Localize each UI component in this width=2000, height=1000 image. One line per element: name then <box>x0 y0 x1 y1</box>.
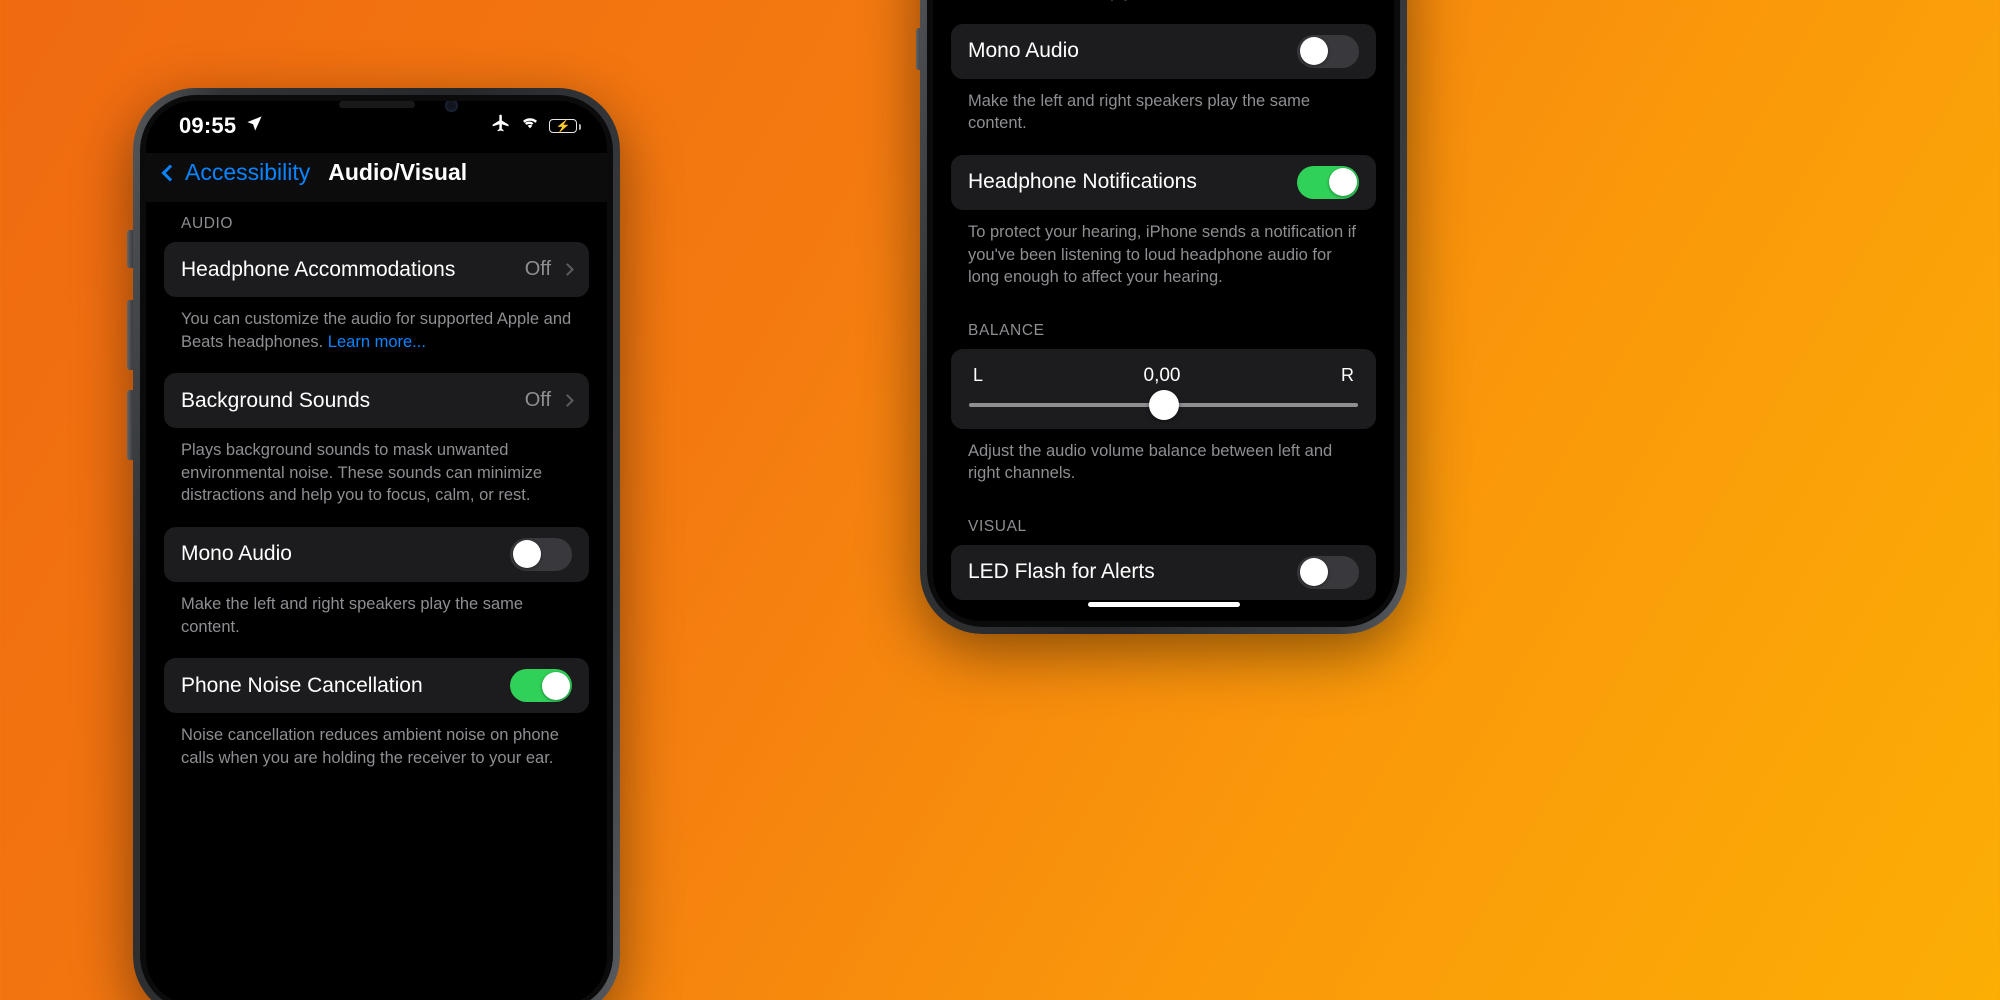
footnote-headphone-notifications: To protect your hearing, iPhone sends a … <box>968 222 1356 287</box>
balance-value-label: 0,00 <box>1143 364 1181 386</box>
left-phone-device: 09:55 ⚡ Accessibility Audio/Visual AUDIO… <box>133 88 620 1000</box>
row-led-flash-for-alerts[interactable]: LED Flash for Alerts <box>951 544 1376 600</box>
phone-noise-cancellation-toggle[interactable] <box>510 669 572 703</box>
status-time: 09:55 <box>179 113 237 138</box>
row-mono-audio[interactable]: Mono Audio <box>164 526 589 582</box>
footnote-background-sounds: Plays background sounds to mask unwanted… <box>951 0 1376 24</box>
mono-audio-toggle[interactable] <box>1297 34 1359 68</box>
row-headphone-notifications[interactable]: Headphone Notifications <box>951 154 1376 210</box>
status-icons: ⚡ <box>491 113 581 138</box>
row-value: Off <box>524 258 551 280</box>
chevron-right-icon <box>561 263 574 276</box>
balance-slider-track[interactable] <box>969 389 1358 420</box>
footnote-background-sounds: Plays background sounds to mask unwanted… <box>181 441 543 505</box>
row-label: Headphone Notifications <box>968 170 1197 194</box>
left-nav-bar: Accessibility Audio/Visual <box>146 153 607 202</box>
row-label: Phone Noise Cancellation <box>181 673 423 697</box>
left-status-bar: 09:55 ⚡ <box>146 101 607 153</box>
toggle-knob <box>1299 37 1328 66</box>
home-indicator[interactable] <box>1087 602 1240 607</box>
headphone-notifications-toggle[interactable] <box>1297 165 1359 199</box>
row-mono-audio[interactable]: Mono Audio <box>951 23 1376 79</box>
row-label: Mono Audio <box>968 39 1079 63</box>
left-settings-list: AUDIO Headphone Accommodations Off You c… <box>146 202 607 790</box>
wifi-icon <box>520 115 540 136</box>
right-phone-device: Plays background sounds to mask unwanted… <box>920 0 1407 634</box>
row-label: Background Sounds <box>181 388 371 412</box>
row-label: LED Flash for Alerts <box>968 560 1155 584</box>
section-header-balance: BALANCE <box>968 321 1045 339</box>
row-label: Headphone Accommodations <box>181 257 456 281</box>
front-camera-icon <box>444 101 458 112</box>
row-headphone-accommodations[interactable]: Headphone Accommodations Off <box>164 242 589 297</box>
right-phone-screen: Plays background sounds to mask unwanted… <box>933 0 1394 621</box>
chevron-left-icon <box>161 164 179 181</box>
toggle-knob <box>1299 558 1328 587</box>
row-accessory: Off <box>524 258 574 281</box>
footnote-headphone-accommodations: You can customize the audio for supporte… <box>164 297 589 373</box>
balance-slider-card: L 0,00 R <box>951 348 1376 429</box>
footnote-mono-audio: Make the left and right speakers play th… <box>181 594 524 636</box>
toggle-knob <box>541 671 570 700</box>
row-value: Off <box>524 389 551 412</box>
balance-left-label: L <box>973 365 984 386</box>
toggle-knob <box>1328 168 1357 197</box>
footnote-mono-audio: Make the left and right speakers play th… <box>968 91 1311 133</box>
led-flash-toggle[interactable] <box>1297 555 1359 589</box>
section-header-audio: AUDIO <box>181 215 234 232</box>
back-button-label: Accessibility <box>185 159 311 185</box>
row-background-sounds[interactable]: Background Sounds Off <box>164 373 589 429</box>
chevron-right-icon <box>561 394 574 408</box>
notch <box>271 101 482 131</box>
back-button[interactable]: Accessibility <box>161 159 311 186</box>
row-accessory: Off <box>524 389 574 412</box>
left-phone-screen: 09:55 ⚡ Accessibility Audio/Visual AUDIO… <box>146 101 607 1000</box>
mono-audio-toggle[interactable] <box>510 537 572 571</box>
page-title: Audio/Visual <box>328 159 468 185</box>
row-phone-noise-cancellation[interactable]: Phone Noise Cancellation <box>164 658 589 714</box>
learn-more-link[interactable]: Learn more... <box>328 333 426 351</box>
location-arrow-icon <box>246 115 263 137</box>
balance-slider-thumb[interactable] <box>1148 389 1179 420</box>
battery-charging-icon: ⚡ <box>549 118 581 133</box>
row-label: Mono Audio <box>181 542 292 566</box>
footnote-phone-noise-cancellation: Noise cancellation reduces ambient noise… <box>181 726 559 767</box>
toggle-knob <box>512 540 541 569</box>
earpiece-speaker <box>338 101 415 108</box>
right-settings-list: Plays background sounds to mask unwanted… <box>933 0 1394 600</box>
footnote-balance: Adjust the audio volume balance between … <box>968 441 1333 483</box>
airplane-mode-icon <box>491 113 511 138</box>
balance-right-label: R <box>1341 365 1354 386</box>
section-header-visual: VISUAL <box>968 517 1027 535</box>
